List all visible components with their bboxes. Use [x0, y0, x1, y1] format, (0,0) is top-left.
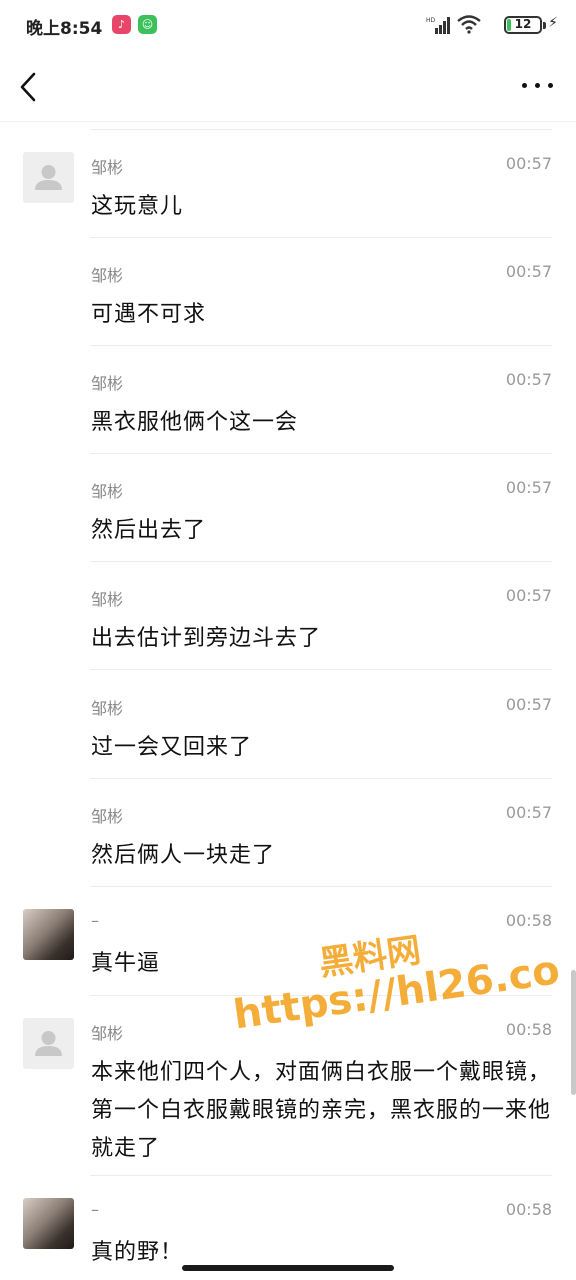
sender-name: 邹彬: [91, 699, 124, 718]
photo-avatar[interactable]: [23, 909, 74, 960]
message-text: 然后出去了: [91, 518, 207, 543]
charging-icon: ⚡: [548, 15, 558, 31]
message-text: 出去估计到旁边斗去了: [91, 626, 322, 651]
default-avatar[interactable]: [23, 1018, 74, 1069]
photo-avatar[interactable]: [23, 1198, 74, 1249]
wechat-notification-icon: ☺: [138, 15, 157, 34]
scrollbar-thumb[interactable]: [571, 970, 576, 1095]
sender-name: 邹彬: [91, 1024, 124, 1043]
sender-name: 邹彬: [91, 158, 124, 177]
tiktok-notification-icon: ♪: [112, 15, 131, 34]
message-text: 真牛逼: [91, 951, 161, 976]
sender-name: 邹彬: [91, 266, 124, 285]
home-indicator[interactable]: [182, 1265, 394, 1271]
message-text: 本来他们四个人，对面俩白衣服一个戴眼镜，第一个白衣服戴眼镜的亲完，黑衣服的一来他…: [91, 1060, 552, 1161]
sender-name: –: [91, 911, 99, 930]
sender-name: 邹彬: [91, 374, 124, 393]
message-text: 可遇不可求: [91, 302, 207, 327]
nav-bar: [0, 52, 576, 122]
status-time: 晚上8:54: [26, 19, 103, 39]
wifi-icon: [457, 15, 481, 34]
sender-name: 邹彬: [91, 482, 124, 501]
status-bar: 晚上8:54 ♪ ☺ HD 12 ⚡: [0, 0, 576, 52]
message-time: 00:58: [505, 1200, 552, 1219]
message-text: 这玩意儿: [91, 194, 184, 219]
battery-level: 12: [514, 17, 532, 31]
message-time: 00:58: [505, 911, 552, 930]
message-text: 过一会又回来了: [91, 735, 253, 760]
message-time: 00:57: [505, 478, 552, 497]
svg-text:HD: HD: [426, 17, 436, 24]
cellular-signal-icon: HD: [426, 17, 450, 34]
message-time: 00:58: [505, 1020, 552, 1039]
sender-name: 邹彬: [91, 807, 124, 826]
message-time: 00:57: [505, 803, 552, 822]
more-options-button[interactable]: [522, 80, 554, 92]
default-avatar[interactable]: [23, 152, 74, 203]
message-time: 00:57: [505, 370, 552, 389]
message-time: 00:57: [505, 154, 552, 173]
message-time: 00:57: [505, 695, 552, 714]
back-button[interactable]: [16, 70, 42, 104]
message-time: 00:57: [505, 586, 552, 605]
message-text: 黑衣服他俩个这一会: [91, 410, 299, 435]
battery-icon: 12: [504, 16, 542, 34]
message-text: 然后俩人一块走了: [91, 843, 276, 868]
message-time: 00:57: [505, 262, 552, 281]
sender-name: 邹彬: [91, 590, 124, 609]
sender-name: –: [91, 1200, 99, 1219]
